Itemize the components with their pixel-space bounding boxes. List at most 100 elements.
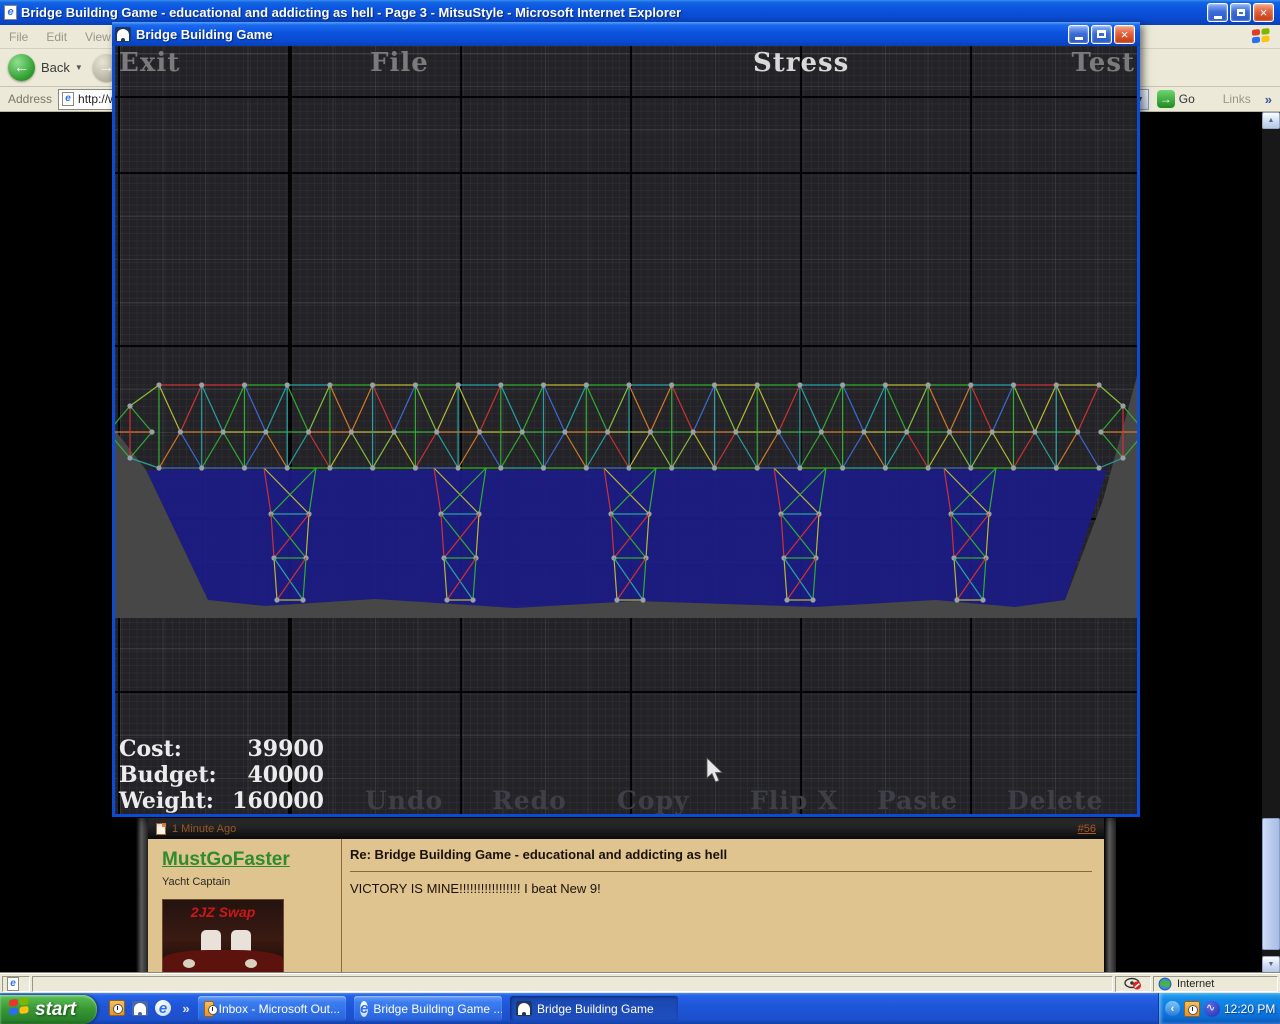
ie-app-icon: e	[4, 5, 17, 20]
links-chevron-icon[interactable]: »	[1265, 92, 1272, 107]
go-icon: →	[1157, 90, 1175, 108]
avatar-figure	[201, 930, 221, 952]
ie-minimize-button[interactable]	[1207, 3, 1228, 22]
paste-button[interactable]: Paste	[877, 786, 958, 814]
bridge-structure	[115, 46, 1137, 814]
author-title: Yacht Captain	[162, 876, 341, 888]
tray-audio-icon[interactable]	[1204, 1001, 1220, 1017]
ie-statusbar: e Internet	[0, 973, 1280, 993]
tray-collapse-button[interactable]: ‹	[1165, 1001, 1180, 1016]
menu-edit[interactable]: Edit	[37, 30, 76, 44]
minimize-icon	[1214, 16, 1222, 19]
game-close-button[interactable]: ×	[1114, 25, 1135, 44]
game-minimize-button[interactable]	[1068, 25, 1089, 44]
hud-budget-row: Budget: 40000	[119, 762, 329, 788]
game-menu-exit[interactable]: Exit	[119, 48, 180, 78]
message-cell: Re: Bridge Building Game - educational a…	[342, 839, 1104, 973]
quicklaunch-desktop-icon[interactable]	[131, 999, 149, 1017]
ie-window-title: Bridge Building Game - educational and a…	[21, 5, 1207, 20]
avatar-figure	[231, 930, 251, 952]
game-menu-stress[interactable]: Stress	[753, 48, 849, 78]
restore-icon	[1237, 9, 1245, 16]
hud-budget-label: Budget:	[119, 762, 217, 788]
flip-x-button[interactable]: Flip X	[750, 786, 838, 814]
hud-weight-row: Weight: 160000	[119, 788, 329, 814]
privacy-panel[interactable]	[1115, 976, 1151, 992]
game-window-title: Bridge Building Game	[136, 27, 1068, 42]
quicklaunch-outlook-icon[interactable]	[108, 999, 126, 1017]
system-tray: ‹ 12:20 PM	[1158, 993, 1280, 1024]
hud-cost-value: 39900	[247, 736, 324, 762]
go-button[interactable]: → Go	[1157, 90, 1195, 108]
mouse-cursor	[706, 757, 726, 790]
game-menu-test[interactable]: Test	[1071, 48, 1135, 78]
task-button-ie-page[interactable]: e Bridge Building Game ...	[354, 996, 502, 1021]
quicklaunch-ie-icon[interactable]: e	[154, 999, 172, 1017]
ie-close-button[interactable]: ×	[1253, 3, 1274, 22]
tray-clock-icon[interactable]	[1184, 1001, 1200, 1017]
post-subject: Re: Bridge Building Game - educational a…	[350, 847, 1094, 862]
task-label: Inbox - Microsoft Out...	[219, 1002, 340, 1016]
tray-time: 12:20 PM	[1224, 1002, 1275, 1016]
task-label: Bridge Building Game	[537, 1002, 654, 1016]
scrollbar-thumb[interactable]	[1262, 818, 1280, 950]
ie-restore-button[interactable]	[1230, 3, 1251, 22]
scrollbar-up-button[interactable]: ▲	[1262, 112, 1280, 129]
menu-file[interactable]: File	[0, 30, 37, 44]
forum-left-border	[136, 818, 148, 973]
back-icon: ←	[14, 59, 30, 77]
post-status-icon	[156, 823, 166, 835]
avatar-caption: 2JZ Swap	[163, 904, 283, 920]
author-cell: MustGoFaster Yacht Captain 2JZ Swap	[148, 839, 342, 973]
security-zone-panel: Internet	[1153, 976, 1278, 992]
post-time: 1 Minute Ago	[172, 823, 1078, 835]
links-label[interactable]: Links	[1223, 92, 1251, 106]
go-label: Go	[1179, 92, 1195, 106]
hud-cost-label: Cost:	[119, 736, 182, 762]
address-label: Address	[8, 92, 52, 106]
game-window: Bridge Building Game × Exit File Stress …	[112, 22, 1140, 817]
page-scrollbar[interactable]: ▲ ▼	[1262, 112, 1280, 973]
bridge-game-icon	[115, 27, 131, 42]
start-button[interactable]: start	[0, 995, 97, 1024]
author-link[interactable]: MustGoFaster	[162, 849, 290, 871]
windows-logo-icon	[8, 997, 30, 1022]
bridge-game-icon	[516, 1001, 532, 1016]
hud-weight-value: 160000	[232, 788, 324, 814]
game-canvas[interactable]: Exit File Stress Test Cost: 39900 Budget…	[115, 46, 1137, 814]
game-maximize-button[interactable]	[1091, 25, 1112, 44]
post-divider	[350, 871, 1092, 872]
redo-button[interactable]: Redo	[492, 786, 567, 814]
maximize-icon	[1097, 30, 1106, 38]
avatar-headlight	[183, 959, 195, 968]
task-label: Bridge Building Game ...	[373, 1002, 502, 1016]
quicklaunch-chevron-icon[interactable]: »	[177, 999, 195, 1017]
game-titlebar[interactable]: Bridge Building Game ×	[112, 22, 1140, 46]
back-dropdown-icon[interactable]: ▼	[75, 63, 83, 72]
hud-cost-row: Cost: 39900	[119, 736, 329, 762]
post-number-link[interactable]: #56	[1078, 823, 1096, 835]
undo-button[interactable]: Undo	[365, 786, 443, 814]
ie-page-icon: e	[62, 92, 74, 106]
avatar: 2JZ Swap	[162, 899, 284, 973]
taskbar: start e » Inbox - Microsoft Out... e Bri…	[0, 993, 1280, 1024]
task-button-bridge-game[interactable]: Bridge Building Game	[510, 996, 678, 1021]
avatar-car-hood	[163, 950, 283, 972]
copy-button[interactable]: Copy	[617, 786, 690, 814]
game-menu-file[interactable]: File	[370, 48, 429, 78]
scrollbar-down-button[interactable]: ▼	[1262, 956, 1280, 973]
outlook-icon	[204, 1001, 214, 1017]
statusbar-page-panel: e	[2, 976, 30, 992]
windows-logo-icon	[1248, 26, 1274, 47]
post-body: MustGoFaster Yacht Captain 2JZ Swap Re: …	[148, 839, 1104, 973]
start-label: start	[35, 999, 76, 1021]
delete-button[interactable]: Delete	[1007, 786, 1103, 814]
statusbar-main-panel	[32, 976, 1113, 992]
privacy-eye-icon	[1124, 977, 1142, 990]
back-button[interactable]: ←	[8, 54, 35, 81]
security-zone-label: Internet	[1177, 978, 1214, 990]
hud-weight-label: Weight:	[119, 788, 214, 814]
task-button-inbox[interactable]: Inbox - Microsoft Out...	[198, 996, 346, 1021]
avatar-headlight	[245, 959, 257, 968]
globe-icon	[1158, 977, 1172, 991]
